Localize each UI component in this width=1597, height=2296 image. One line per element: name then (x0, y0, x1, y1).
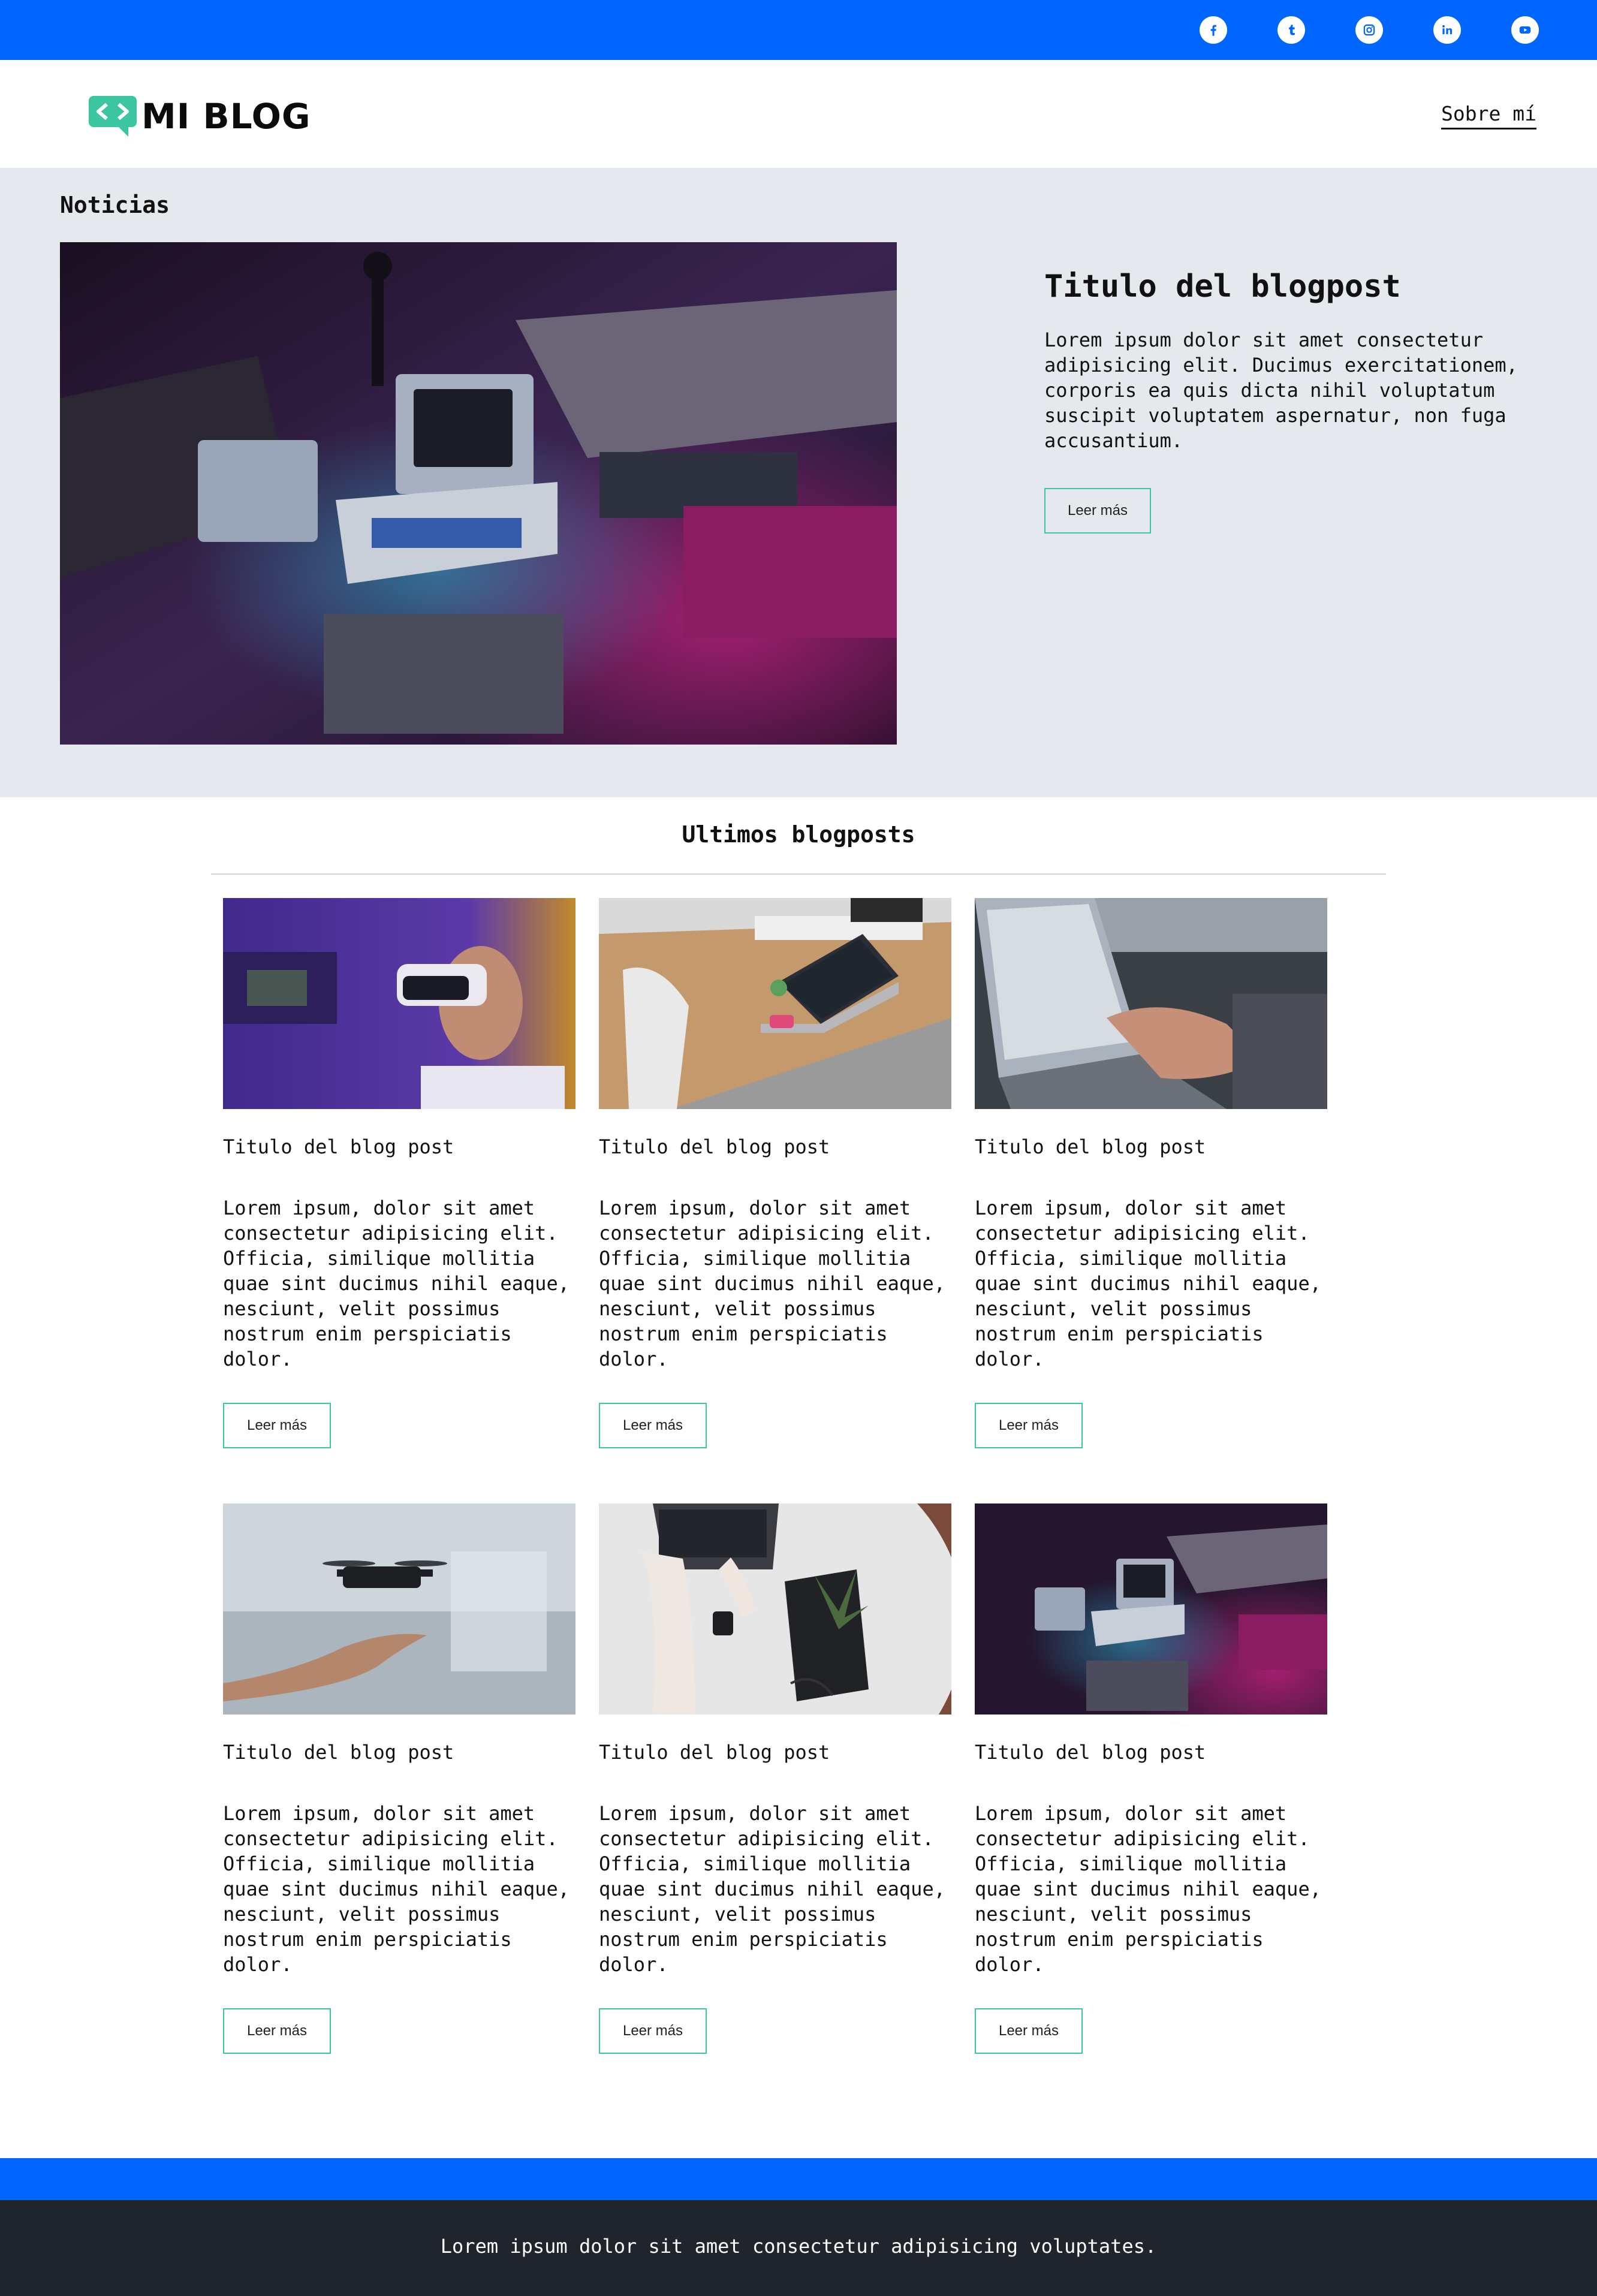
post-card: Titulo del blog post Lorem ipsum, dolor … (599, 898, 951, 1448)
read-more-button[interactable]: Leer más (223, 1403, 331, 1448)
post-title: Titulo del blog post (975, 1741, 1206, 1764)
post-card: Titulo del blog post Lorem ipsum, dolor … (975, 898, 1327, 1448)
facebook-icon[interactable] (1200, 16, 1227, 44)
logo-text: MI BLOG (141, 96, 311, 137)
site-logo[interactable]: MI BLOG (89, 96, 311, 137)
read-more-button[interactable]: Leer más (223, 2008, 331, 2054)
read-more-button[interactable]: Leer más (599, 2008, 707, 2054)
read-more-button[interactable]: Leer más (599, 1403, 707, 1448)
site-header: MI BLOG Sobre mí (0, 60, 1597, 168)
post-card: Titulo del blog post Lorem ipsum, dolor … (223, 898, 575, 1448)
latest-title: Ultimos blogposts (682, 821, 915, 848)
post-card: Titulo del blog post Lorem ipsum, dolor … (599, 1503, 951, 2054)
youtube-icon[interactable] (1511, 16, 1539, 44)
hero-title: Titulo del blogpost (1044, 269, 1401, 305)
post-excerpt: Lorem ipsum, dolor sit amet consectetur … (223, 1197, 570, 1370)
post-title: Titulo del blog post (599, 1135, 830, 1158)
read-more-button[interactable]: Leer más (975, 2008, 1083, 2054)
post-image (223, 898, 575, 1109)
site-footer: Lorem ipsum dolor sit amet consectetur a… (0, 2200, 1597, 2296)
social-bar (0, 0, 1597, 60)
post-excerpt: Lorem ipsum, dolor sit amet consectetur … (599, 1197, 945, 1370)
instagram-icon[interactable] (1355, 16, 1383, 44)
post-excerpt: Lorem ipsum, dolor sit amet consectetur … (975, 1802, 1321, 1976)
post-image (975, 1503, 1327, 1715)
read-more-button[interactable]: Leer más (975, 1403, 1083, 1448)
nav-about-link[interactable]: Sobre mí (1441, 102, 1536, 129)
post-card: Titulo del blog post Lorem ipsum, dolor … (223, 1503, 575, 2054)
post-title: Titulo del blog post (223, 1135, 454, 1158)
post-title: Titulo del blog post (223, 1741, 454, 1764)
code-bubble-icon (89, 96, 137, 137)
post-title: Titulo del blog post (599, 1741, 830, 1764)
post-excerpt: Lorem ipsum, dolor sit amet consectetur … (599, 1802, 945, 1976)
post-image (975, 898, 1327, 1109)
hero-text: Lorem ipsum dolor sit amet consectetur a… (1044, 329, 1518, 452)
post-excerpt: Lorem ipsum, dolor sit amet consectetur … (223, 1802, 570, 1976)
news-label: Noticias (60, 192, 170, 218)
hero-image (60, 242, 897, 745)
news-section: Noticias Titulo del blogpost Lorem ipsum… (0, 168, 1597, 797)
footer-text: Lorem ipsum dolor sit amet consectetur a… (440, 2235, 1157, 2258)
post-image (599, 898, 951, 1109)
section-divider (211, 873, 1386, 875)
footer-band (0, 2158, 1597, 2200)
post-card: Titulo del blog post Lorem ipsum, dolor … (975, 1503, 1327, 2054)
hero-read-more-button[interactable]: Leer más (1044, 488, 1151, 534)
post-title: Titulo del blog post (975, 1135, 1206, 1158)
post-image (599, 1503, 951, 1715)
post-image (223, 1503, 575, 1715)
linkedin-icon[interactable] (1433, 16, 1461, 44)
tumblr-icon[interactable] (1277, 16, 1305, 44)
post-excerpt: Lorem ipsum, dolor sit amet consectetur … (975, 1197, 1321, 1370)
